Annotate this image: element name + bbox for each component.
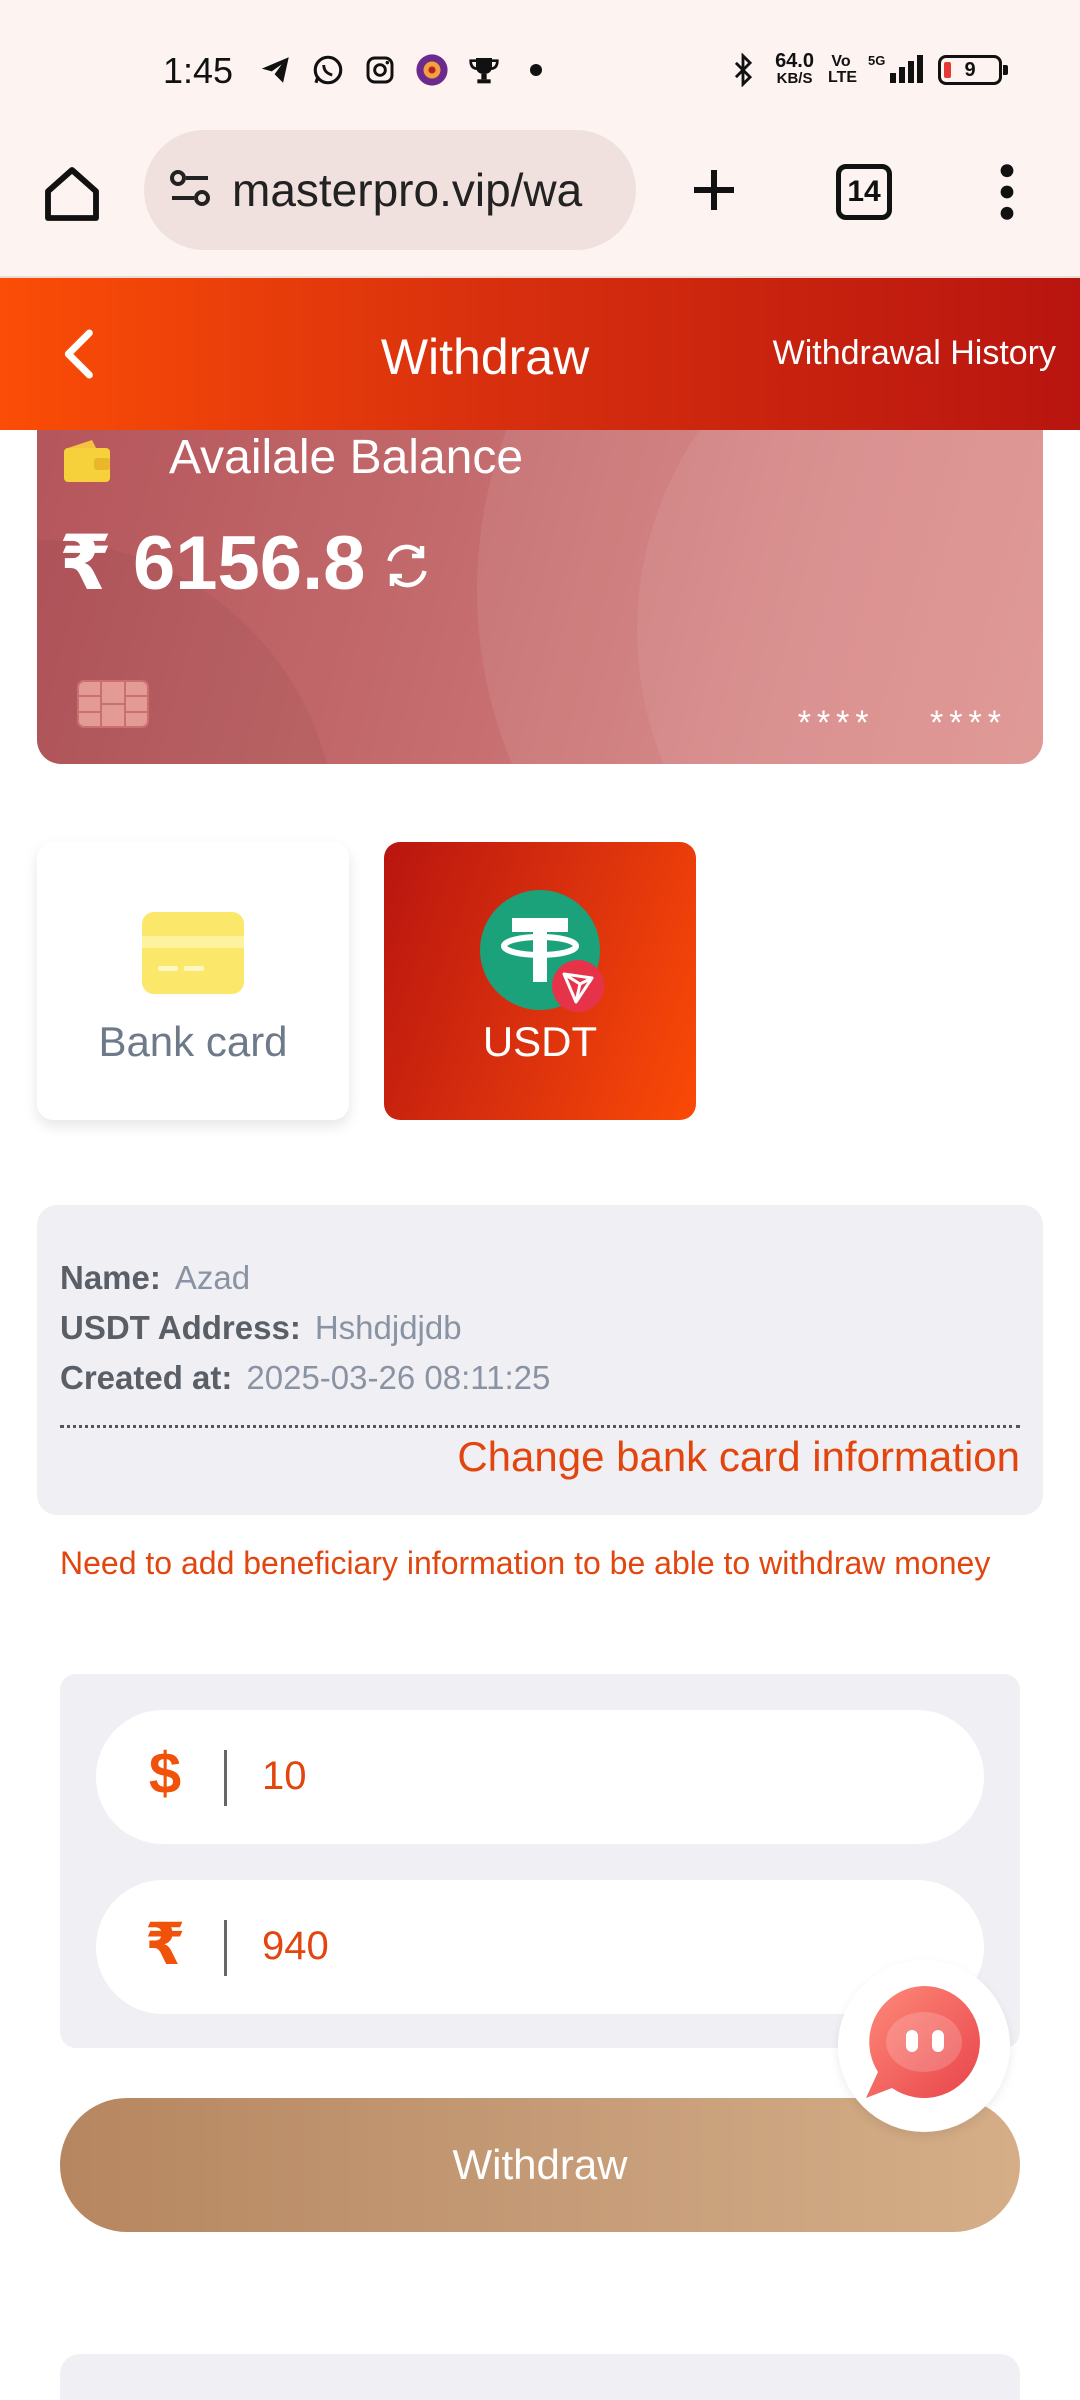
battery-indicator: 9 [938,55,1008,85]
bottom-section [60,2354,1020,2400]
balance-card: Availale Balance ₹ 6156.8 **** **** [37,400,1043,764]
withdrawal-history-link[interactable]: Withdrawal History [773,334,1056,373]
system-icons: 64.0 KB/S Vo LTE 5G 9 [725,50,1008,88]
usdt-label: USDT [482,1018,598,1065]
beneficiary-info-panel: Name: Azad USDT Address: Hshdjdjdb Created… [37,1205,1043,1515]
name-label: Name: [60,1259,161,1296]
created-at-label: Created at: [60,1359,233,1396]
status-bar: 1:45 64.0 KB/S Vo LTE 5G 9 [0,0,1080,130]
withdraw-button[interactable]: Withdraw [60,2098,1020,2232]
address-bar[interactable]: masterpro.vip/wa [144,130,636,250]
svg-text:5G: 5G [868,53,885,68]
created-at-row: Created at: 2025-03-26 08:11:25 [60,1359,550,1397]
bank-card-method[interactable]: Bank card [37,842,349,1120]
url-text: masterpro.vip/wa [232,164,583,216]
usd-amount-field[interactable]: $ 10 [96,1710,984,1844]
usd-amount-value: 10 [262,1754,307,1798]
new-tab-icon[interactable] [684,160,744,220]
usdt-address-label: USDT Address: [60,1309,301,1346]
signal-icon: 5G [868,52,924,88]
home-icon[interactable] [40,162,104,226]
card-chip-icon [77,680,149,728]
inr-amount-value: 940 [262,1924,329,1968]
tab-switcher-button[interactable]: 14 [836,164,892,220]
name-value: Azad [174,1259,251,1296]
more-notifications-dot [530,64,542,76]
trophy-icon [466,52,502,88]
bank-card-icon [140,908,246,998]
field-separator [224,1920,227,1976]
support-chat-button[interactable] [838,1960,1010,2132]
balance-label: Availale Balance [169,431,524,484]
status-time: 1:45 [163,50,234,91]
more-menu-icon[interactable] [990,160,1024,224]
bank-card-label: Bank card [98,1018,288,1065]
change-bank-info-link[interactable]: Change bank card information [457,1433,1020,1481]
masked-card-number: **** **** [797,704,1007,742]
network-speed: 64.0 KB/S [775,50,814,87]
instagram-icon [362,52,398,88]
inr-amount-field[interactable]: ₹ 940 [96,1880,984,2014]
whatsapp-icon [310,52,346,88]
usdt-address-value: Hshdjdjdb [314,1309,462,1346]
notification-icons [258,52,542,88]
volte-indicator: Vo LTE [828,53,858,86]
app-notification-icon [414,52,450,88]
beneficiary-notice: Need to add beneficiary information to b… [60,1545,991,1581]
field-separator [224,1750,227,1806]
browser-toolbar: masterpro.vip/wa 14 [0,130,1080,278]
site-settings-icon[interactable] [166,164,214,217]
wallet-icon [62,438,112,484]
usdt-address-row: USDT Address: Hshdjdjdb [60,1309,462,1347]
created-at-value: 2025-03-26 08:11:25 [246,1359,551,1396]
rupee-symbol: ₹ [144,1912,186,1977]
telegram-icon [258,52,294,88]
refresh-balance-icon[interactable] [377,536,437,596]
dotted-divider [60,1425,1020,1428]
usdt-tron-icon [480,890,604,1014]
balance-value: ₹ 6156.8 [59,521,366,606]
usdt-method[interactable]: USDT [384,842,696,1120]
name-row: Name: Azad [60,1259,250,1297]
app-header: Withdraw Withdrawal History [0,278,1080,430]
dollar-symbol: $ [148,1741,182,1806]
bluetooth-icon [725,52,761,88]
chat-icon [862,1980,986,2104]
